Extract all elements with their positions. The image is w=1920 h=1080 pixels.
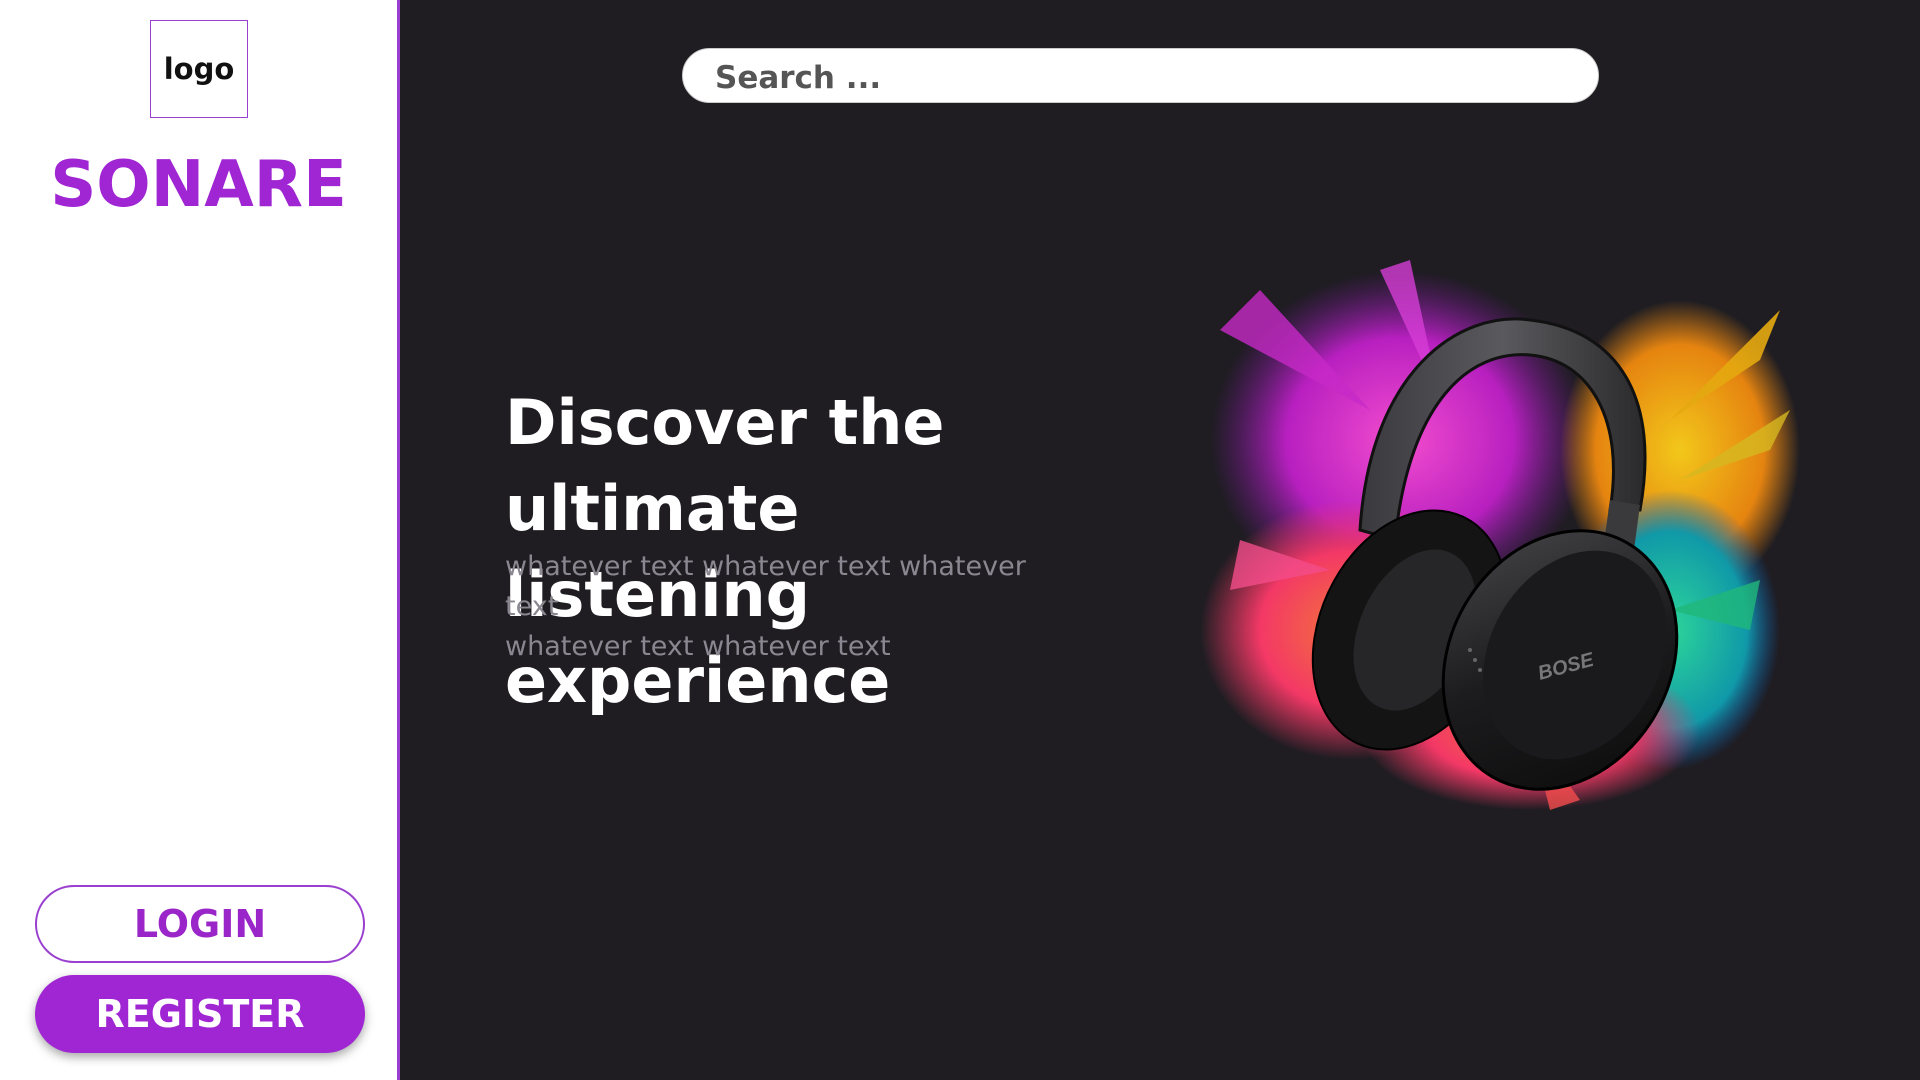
logo[interactable]: logo (150, 20, 248, 118)
headphones-image: BOSE (1200, 260, 1800, 810)
search-input[interactable] (713, 49, 1577, 106)
sidebar: logo SONARE LOGIN REGISTER (0, 0, 400, 1080)
hero-subtitle: whatever text whatever text whatever tex… (505, 547, 1065, 667)
hero-subtitle-line-2: whatever text whatever text (505, 631, 891, 662)
brand-name: SONARE (50, 148, 347, 222)
login-button-label: LOGIN (133, 902, 267, 946)
register-button-label: REGISTER (95, 992, 305, 1036)
hero-title-line-1: Discover the ultimate (505, 386, 945, 545)
login-button[interactable]: LOGIN (35, 885, 365, 963)
logo-text: logo (163, 52, 235, 86)
search-bar (682, 48, 1599, 106)
app-root: logo SONARE LOGIN REGISTER Discover the … (0, 0, 1920, 1080)
register-button[interactable]: REGISTER (35, 975, 365, 1053)
hero-subtitle-line-1: whatever text whatever text whatever tex… (505, 551, 1026, 622)
